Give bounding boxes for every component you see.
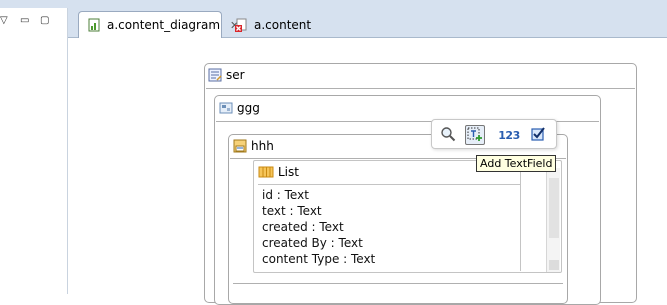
add-textfield-icon bbox=[467, 126, 483, 145]
hhh-node-title: hhh bbox=[233, 139, 274, 153]
editor-tab-bar: a.content_diagram ✕ a.content bbox=[68, 8, 667, 38]
list-field[interactable]: created : Text bbox=[262, 219, 344, 235]
panel-icon bbox=[233, 139, 247, 153]
tab-content[interactable]: a.content bbox=[226, 11, 346, 38]
checkbox-button[interactable] bbox=[528, 125, 548, 145]
container-icon bbox=[219, 101, 233, 115]
list-field[interactable]: created By : Text bbox=[262, 235, 363, 251]
list-field[interactable]: text : Text bbox=[262, 203, 322, 219]
maximize-icon[interactable]: ▢ bbox=[40, 15, 49, 26]
minimize-icon[interactable]: ▭ bbox=[20, 15, 29, 26]
scrollbar-thumb[interactable] bbox=[549, 178, 559, 238]
ggg-label: ggg bbox=[237, 101, 260, 115]
list-field[interactable]: id : Text bbox=[262, 187, 309, 203]
hhh-label: hhh bbox=[251, 139, 274, 153]
list-icon bbox=[258, 165, 274, 179]
number-field-icon: 123 bbox=[498, 128, 520, 142]
tab-label: a.content bbox=[254, 17, 312, 32]
list-node-title: List bbox=[258, 165, 299, 179]
number-field-button[interactable]: 123 bbox=[497, 125, 521, 145]
checkbox-icon bbox=[530, 126, 546, 145]
add-textfield-button[interactable] bbox=[465, 125, 485, 145]
tooltip: Add TextField bbox=[476, 155, 557, 172]
left-panel: ▽ ▭ ▢ bbox=[0, 8, 68, 294]
zoom-button[interactable] bbox=[438, 125, 458, 145]
ser-label: ser bbox=[226, 68, 245, 82]
scroll-down-arrow[interactable] bbox=[549, 260, 559, 270]
ser-node-title: ser bbox=[208, 68, 245, 82]
tab-label: a.content_diagram bbox=[107, 18, 221, 32]
form-icon bbox=[208, 68, 222, 82]
ggg-node-title: ggg bbox=[219, 101, 260, 115]
content-file-error-icon bbox=[234, 18, 248, 32]
list-divider bbox=[258, 184, 520, 185]
hhh-bottom-divider bbox=[233, 283, 563, 284]
list-field[interactable]: content Type : Text bbox=[262, 251, 375, 267]
list-column-divider bbox=[520, 162, 521, 271]
list-scrollbar[interactable] bbox=[546, 168, 560, 272]
top-strip bbox=[0, 0, 667, 8]
ser-divider bbox=[206, 88, 635, 89]
zoom-icon bbox=[440, 126, 456, 145]
tab-content-diagram[interactable]: a.content_diagram ✕ bbox=[78, 11, 239, 38]
diagram-file-icon bbox=[87, 18, 101, 32]
view-menu-icon[interactable]: ▽ bbox=[0, 15, 8, 26]
palette-toolbar: 123 bbox=[431, 119, 557, 149]
list-label: List bbox=[278, 165, 299, 179]
